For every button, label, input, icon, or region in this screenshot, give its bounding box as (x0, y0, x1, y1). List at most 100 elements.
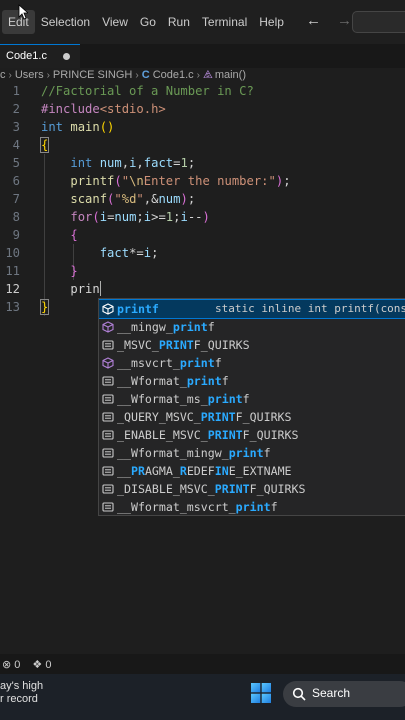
suggestion-item[interactable]: __Wformat_ms_printf (99, 390, 405, 408)
suggestion-item[interactable]: __Wformat_mingw_printf (99, 444, 405, 462)
code-token: ) (180, 192, 188, 206)
code-line[interactable]: 3 int main() (0, 118, 405, 136)
breadcrumb-file[interactable]: Code1.c (153, 69, 194, 81)
menu-view[interactable]: View (96, 10, 134, 34)
suggestion-item[interactable]: __mingw_printf (99, 318, 405, 336)
autocomplete-suggestions[interactable]: printf static inline int printf(const __mi… (98, 298, 405, 516)
code-line[interactable]: 5 int num,i,fact=1; (0, 154, 405, 172)
taskbar-search[interactable]: Search (283, 681, 405, 707)
suggestion-item[interactable]: _MSVC_PRINTF_QUIRKS (99, 336, 405, 354)
code-token: " (121, 174, 130, 188)
search-icon (292, 687, 306, 701)
unsaved-dot-icon[interactable] (63, 53, 70, 60)
suggestion-item[interactable]: _ENABLE_MSVC_PRINTF_QUIRKS (99, 426, 405, 444)
line-number: 5 (12, 156, 20, 170)
breadcrumb-users[interactable]: Users (15, 69, 44, 81)
code-token: >= (151, 210, 166, 224)
tab-label: Code1.c (6, 50, 47, 62)
code-token: fact (99, 246, 130, 260)
forward-arrow-icon[interactable]: → (337, 12, 352, 29)
code-token: int (70, 156, 93, 170)
code-line[interactable]: 6 printf("\nEnter the number:"); (0, 172, 405, 190)
code-token: scanf (70, 192, 108, 206)
command-center[interactable] (352, 11, 405, 33)
macro-icon (102, 340, 114, 350)
suggestion-item[interactable]: _QUERY_MSVC_PRINTF_QUIRKS (99, 408, 405, 426)
code-token: " (136, 192, 144, 206)
match-highlight: PRINT (158, 338, 194, 352)
code-line[interactable]: 8 for(i=num;i>=1;i--) (0, 208, 405, 226)
windows-taskbar: ay's high r record Search (0, 674, 405, 720)
suggestion-item[interactable]: __Wformat_msvcrt_printf (99, 498, 405, 515)
code-text: } (41, 262, 77, 280)
suggestion-item[interactable]: __Wformat_printf (99, 372, 405, 390)
back-arrow-icon[interactable]: ← (306, 12, 321, 29)
ports-indicator[interactable]: ❖ 0 (32, 658, 51, 671)
suggestion-label: __PRAGMA_REDEFINE_EXTNAME (117, 462, 292, 480)
label-segment: F_QUIRKS (242, 428, 299, 442)
label-segment: EDEF (186, 464, 215, 478)
breadcrumb-user-folder[interactable]: PRINCE SINGH (53, 69, 132, 81)
code-text: int num,i,fact=1; (41, 154, 195, 172)
code-text: printf("\nEnter the number:"); (41, 172, 290, 190)
menu-help[interactable]: Help (253, 10, 290, 34)
menu-go[interactable]: Go (134, 10, 162, 34)
line-number: 10 (5, 246, 20, 260)
suggestion-item[interactable]: __msvcrt_printf (99, 354, 405, 372)
macro-icon (102, 448, 114, 458)
code-token: //Factorial of a Number in C? (41, 84, 254, 98)
label-segment: __Wformat_ (117, 374, 187, 388)
menu-selection[interactable]: Selection (35, 10, 96, 34)
label-segment: _ENABLE_MSVC_ (117, 428, 208, 442)
label-segment: f (207, 320, 215, 334)
macro-icon (102, 466, 114, 476)
code-token: { (70, 228, 78, 242)
label-segment: __Wformat_ms_ (117, 392, 208, 406)
breadcrumb-symbol[interactable]: main() (215, 69, 246, 81)
code-token: *= (129, 246, 144, 260)
code-line[interactable]: 10 fact*=i; (0, 244, 405, 262)
match-highlight: print (179, 356, 215, 370)
macro-icon (102, 412, 114, 422)
code-text: { (41, 226, 78, 244)
macro-icon (102, 484, 114, 494)
suggestion-label: __Wformat_msvcrt_printf (117, 498, 278, 515)
label-segment: F_QUIRKS (193, 338, 250, 352)
suggestion-item[interactable]: printf static inline int printf(const (99, 299, 405, 319)
tab-code1-c[interactable]: Code1.c (0, 44, 80, 68)
menu-run[interactable]: Run (162, 10, 196, 34)
code-text: #include<stdio.h> (41, 100, 166, 118)
news-widget[interactable]: ay's high r record (0, 680, 43, 706)
tab-bar: Code1.c (0, 44, 405, 68)
breadcrumb-drive[interactable]: c (0, 69, 6, 81)
match-highlight: PRINT (200, 410, 236, 424)
suggestion-item[interactable]: _DISABLE_MSVC_PRINTF_QUIRKS (99, 480, 405, 498)
code-line[interactable]: 12 prin (0, 280, 405, 298)
chevron-right-icon: › (135, 69, 139, 81)
menu-terminal[interactable]: Terminal (196, 10, 253, 34)
match-highlight: R (179, 464, 187, 478)
suggestion-label: __msvcrt_printf (117, 354, 222, 372)
suggestion-label: __Wformat_ms_printf (117, 390, 250, 408)
macro-icon (102, 394, 114, 404)
match-highlight: PRINT (214, 482, 250, 496)
problems-indicator[interactable]: ⊗ 0 (2, 658, 20, 671)
code-line[interactable]: 1 //Factorial of a Number in C? (0, 82, 405, 100)
code-token: ) (202, 210, 210, 224)
chevron-right-icon: › (46, 69, 50, 81)
text-caret (99, 281, 101, 296)
code-token: i (180, 210, 188, 224)
code-line[interactable]: 9 { (0, 226, 405, 244)
code-token: Enter the number:" (143, 174, 276, 188)
code-line[interactable]: 7 scanf("%d",&num); (0, 190, 405, 208)
code-token: ( (114, 174, 122, 188)
code-line[interactable]: 2 #include<stdio.h> (0, 100, 405, 118)
macro-icon (102, 376, 114, 386)
broadcast-icon: ❖ (32, 658, 43, 671)
suggestion-item[interactable]: __PRAGMA_REDEFINE_EXTNAME (99, 462, 405, 480)
breadcrumb: c › Users › PRINCE SINGH › C Code1.c › ⧌… (0, 68, 405, 82)
windows-start-icon[interactable] (251, 683, 271, 703)
code-line[interactable]: 4{ (0, 136, 405, 154)
suggestion-label: printf (117, 300, 159, 318)
code-line[interactable]: 11 } (0, 262, 405, 280)
